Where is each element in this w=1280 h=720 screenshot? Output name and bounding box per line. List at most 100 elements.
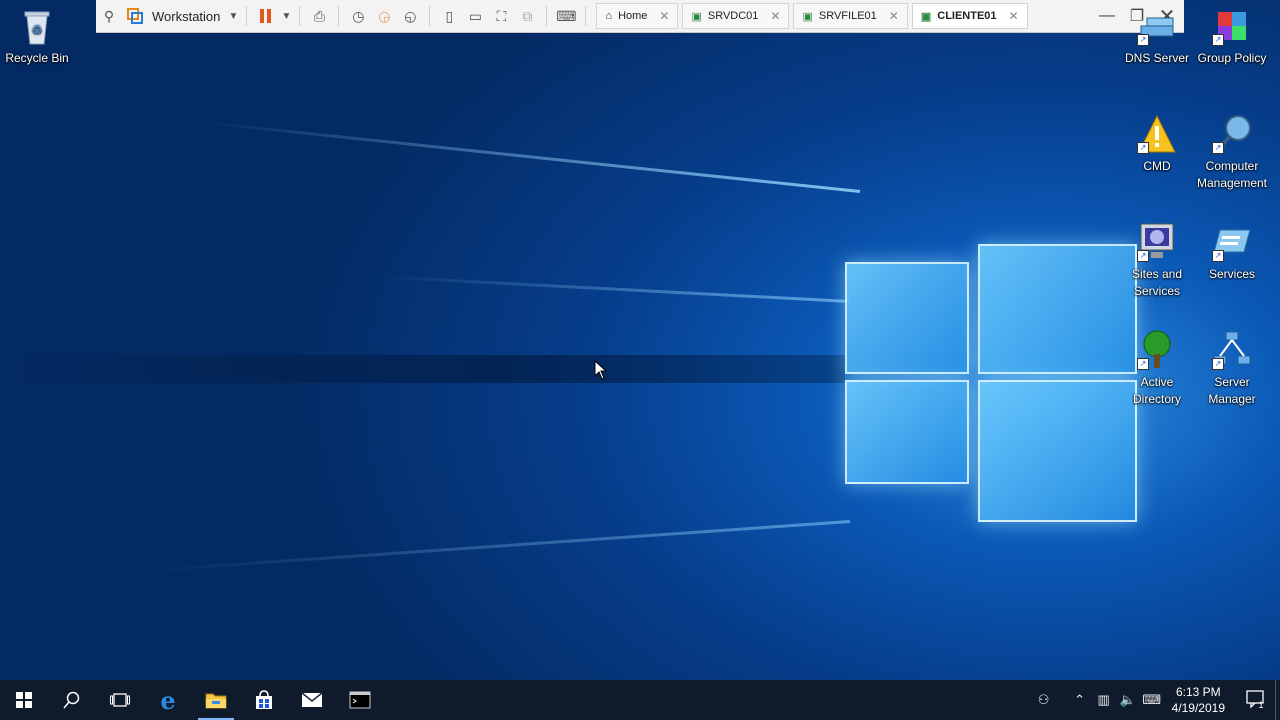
toolbar-divider bbox=[246, 6, 248, 26]
toolbar-divider bbox=[429, 6, 431, 26]
network-icon[interactable]: ▥ bbox=[1092, 692, 1116, 708]
show-desktop-button[interactable] bbox=[1275, 680, 1280, 720]
tab-label: SRVFILE01 bbox=[818, 10, 877, 22]
people-icon[interactable]: ⚇ bbox=[1032, 692, 1056, 708]
search-icon bbox=[63, 691, 80, 709]
pause-icon[interactable] bbox=[253, 3, 279, 29]
chevron-down-icon[interactable]: ▼ bbox=[226, 3, 240, 29]
dns-server-icon: ↗ bbox=[1137, 6, 1177, 46]
desktop-icon-label: Manager bbox=[1208, 392, 1256, 406]
snapshot-icon[interactable]: ◷ bbox=[345, 3, 371, 29]
desktop-icon-active-directory[interactable]: ↗ Active Directory bbox=[1120, 330, 1194, 408]
wallpaper-beam bbox=[203, 121, 861, 193]
chevron-up-icon[interactable]: ⌃ bbox=[1068, 692, 1092, 708]
windows-logo-pane bbox=[845, 380, 969, 484]
desktop-icon-label: Computer bbox=[1205, 159, 1259, 173]
tab-cliente01[interactable]: ▣ CLIENTE01 ✕ bbox=[911, 3, 1028, 29]
task-view-icon bbox=[110, 693, 130, 707]
wallpaper-beam bbox=[151, 520, 851, 572]
services-icon: ↗ bbox=[1212, 222, 1252, 262]
full-screen-icon[interactable]: ⛶ bbox=[488, 3, 514, 29]
desktop-icon-recycle-bin[interactable]: ♻ Recycle Bin bbox=[0, 6, 74, 67]
server-manager-icon: ↗ bbox=[1212, 330, 1252, 370]
mail-icon bbox=[301, 692, 323, 707]
action-center-button[interactable]: 1 bbox=[1235, 690, 1275, 710]
keyboard-icon[interactable]: ⌨ bbox=[1140, 692, 1164, 708]
tab-label: Home bbox=[618, 10, 648, 22]
clock-time: 6:13 PM bbox=[1175, 685, 1221, 699]
desktop-icon-label: Directory bbox=[1132, 392, 1181, 406]
sites-and-services-icon: ↗ bbox=[1137, 222, 1177, 262]
vmware-toolbar: ⚲ Workstation ▼ ▼ ⎙ ◷ ◶ ◵ ▯ ▭ ⛶ ⧉ ⌨ ⌂ Ho… bbox=[96, 0, 1184, 33]
tab-srvdc01[interactable]: ▣ SRVDC01 ✕ bbox=[682, 3, 790, 29]
warning-icon: ↗ bbox=[1137, 114, 1177, 154]
folder-icon bbox=[205, 693, 227, 709]
desktop-icon-computer-management[interactable]: ↗ Computer Management bbox=[1195, 114, 1269, 192]
volume-icon[interactable]: 🔈 bbox=[1116, 692, 1140, 708]
workstation-menu[interactable]: Workstation bbox=[152, 9, 220, 24]
store-icon bbox=[256, 690, 272, 709]
taskbar-edge[interactable]: e bbox=[144, 680, 192, 720]
desktop-wallpaper bbox=[0, 0, 1280, 720]
taskbar-mail[interactable] bbox=[288, 680, 336, 720]
recycle-bin-icon: ♻ bbox=[17, 6, 57, 46]
snapshot-manager-icon[interactable]: ◵ bbox=[397, 3, 423, 29]
home-icon: ⌂ bbox=[605, 10, 613, 22]
desktop-icon-cmd[interactable]: ↗ CMD bbox=[1120, 114, 1194, 175]
wallpaper-beam bbox=[380, 275, 851, 303]
vm-icon: ▣ bbox=[920, 10, 932, 23]
desktop-icon-group-policy[interactable]: ↗ Group Policy bbox=[1195, 6, 1269, 67]
command-prompt-icon bbox=[349, 691, 371, 709]
toolbar-divider bbox=[338, 6, 340, 26]
taskbar-file-explorer[interactable] bbox=[192, 680, 240, 720]
vm-icon: ▣ bbox=[802, 10, 813, 23]
shortcut-arrow-icon: ↗ bbox=[1212, 34, 1224, 46]
desktop-icon-server-manager[interactable]: ↗ Server Manager bbox=[1195, 330, 1269, 408]
desktop-icon-sites-and-services[interactable]: ↗ Sites and Services bbox=[1120, 222, 1194, 300]
send-ctrl-alt-del-icon[interactable]: ⎙ bbox=[306, 3, 332, 29]
desktop-icon-label: DNS Server bbox=[1124, 51, 1189, 65]
minimize-icon[interactable]: — bbox=[1094, 3, 1120, 29]
start-button[interactable] bbox=[0, 680, 48, 720]
edge-icon: e bbox=[160, 685, 176, 715]
system-tray: ⚇ ⌃ ▥ 🔈 ⌨ 6:13 PM 4/19/2019 1 bbox=[1032, 680, 1280, 720]
close-icon[interactable]: ✕ bbox=[889, 9, 899, 23]
desktop-icon-services[interactable]: ↗ Services bbox=[1195, 222, 1269, 283]
chevron-down-icon[interactable]: ▼ bbox=[279, 3, 293, 29]
close-icon[interactable]: ✕ bbox=[1009, 9, 1019, 23]
search-button[interactable] bbox=[48, 680, 96, 720]
console-view-icon[interactable]: ⌨ bbox=[553, 3, 579, 29]
svg-text:♻: ♻ bbox=[32, 23, 43, 37]
tab-srvfile01[interactable]: ▣ SRVFILE01 ✕ bbox=[793, 3, 908, 29]
windows-logo-pane bbox=[845, 262, 969, 374]
show-library-icon[interactable]: ▯ bbox=[436, 3, 462, 29]
group-policy-icon: ↗ bbox=[1212, 6, 1252, 46]
taskbar-store[interactable] bbox=[240, 680, 288, 720]
clock[interactable]: 6:13 PM 4/19/2019 bbox=[1172, 684, 1225, 716]
desktop-icon-label: Active bbox=[1140, 375, 1174, 389]
desktop-icon-label: Sites and bbox=[1131, 267, 1183, 281]
close-icon[interactable]: ✕ bbox=[770, 9, 780, 23]
task-view-button[interactable] bbox=[96, 680, 144, 720]
desktop-icon-label: Management bbox=[1196, 176, 1268, 190]
unity-icon[interactable]: ⧉ bbox=[514, 3, 540, 29]
tree-icon: ↗ bbox=[1137, 330, 1177, 370]
wallpaper-shadow-band bbox=[0, 355, 845, 383]
tab-home[interactable]: ⌂ Home ✕ bbox=[596, 3, 679, 29]
pin-icon[interactable]: ⚲ bbox=[96, 3, 122, 29]
computer-management-icon: ↗ bbox=[1212, 114, 1252, 154]
workstation-logo-icon bbox=[122, 3, 148, 29]
shortcut-arrow-icon: ↗ bbox=[1137, 250, 1149, 262]
vm-icon: ▣ bbox=[691, 10, 702, 23]
desktop-icon-label: Server bbox=[1214, 375, 1250, 389]
desktop-icon-label: Group Policy bbox=[1197, 51, 1267, 65]
thumbnail-bar-icon[interactable]: ▭ bbox=[462, 3, 488, 29]
windows-logo-pane bbox=[978, 380, 1137, 522]
close-icon[interactable]: ✕ bbox=[659, 9, 669, 23]
taskbar-command-prompt[interactable] bbox=[336, 680, 384, 720]
windows-icon bbox=[16, 692, 32, 708]
toolbar-divider bbox=[299, 6, 301, 26]
toolbar-divider bbox=[546, 6, 548, 26]
revert-snapshot-icon[interactable]: ◶ bbox=[371, 3, 397, 29]
desktop-icon-dns-server[interactable]: ↗ DNS Server bbox=[1120, 6, 1194, 67]
